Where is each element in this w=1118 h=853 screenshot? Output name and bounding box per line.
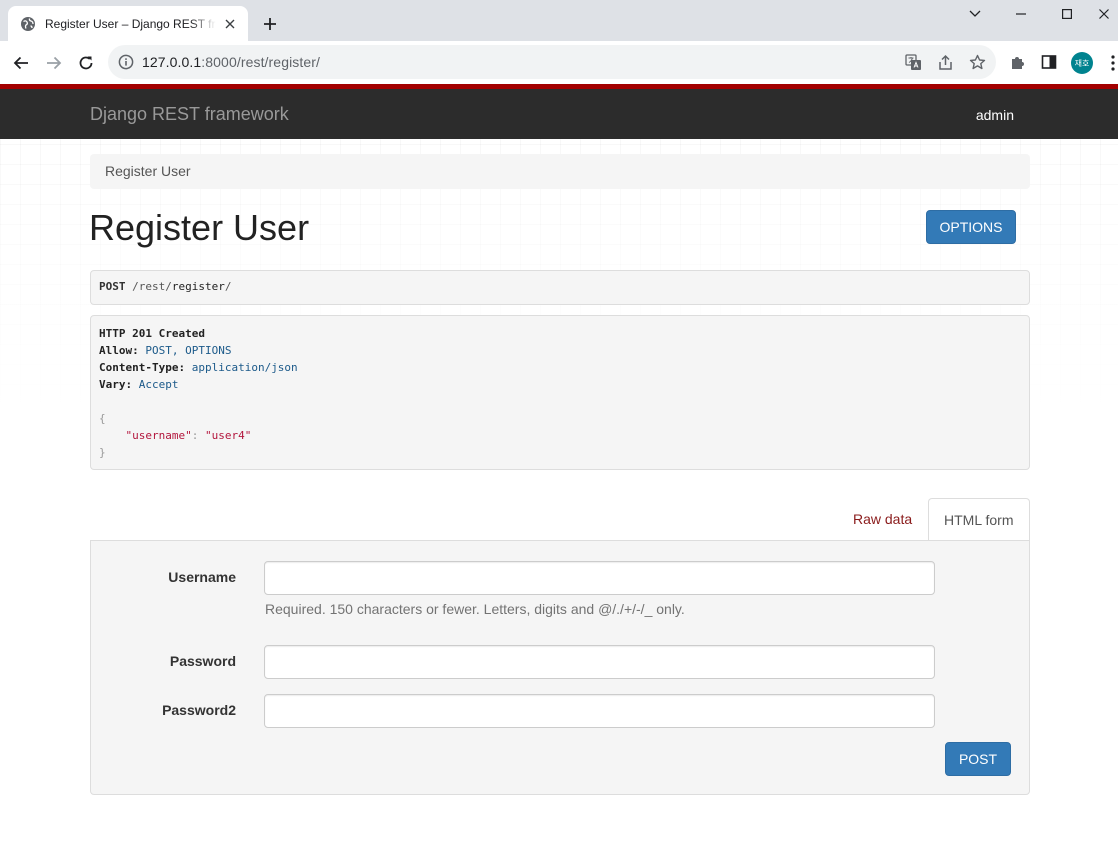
register-form: Username Required. 150 characters or few… [90, 540, 1030, 795]
site-info-icon[interactable] [118, 54, 134, 70]
back-arrow-icon[interactable] [7, 49, 35, 77]
minimize-button[interactable] [998, 0, 1044, 28]
more-menu-icon[interactable] [1108, 54, 1118, 72]
breadcrumb-item-current: Register User [105, 163, 191, 179]
username-label: Username [168, 569, 236, 585]
page-title: Register User [89, 207, 310, 248]
tab-raw-data[interactable]: Raw data [839, 498, 926, 540]
address-bar[interactable]: 127.0.0.1:8000/rest/register/ [108, 45, 996, 79]
json-body-line: "username": "user4" [125, 429, 252, 442]
username-help-text: Required. 150 characters or fewer. Lette… [265, 601, 685, 617]
globe-icon [21, 16, 35, 31]
response-header-vary: Vary: Accept [99, 378, 179, 391]
maximize-button[interactable] [1044, 0, 1090, 28]
content-tabs: Raw data HTML form [0, 498, 1118, 541]
extensions-puzzle-icon[interactable] [1008, 52, 1028, 72]
browser-tabstrip: Register User – Django REST framework [0, 0, 1118, 41]
response-header-allow: Allow: POST, OPTIONS [99, 344, 232, 357]
options-button[interactable]: OPTIONS [926, 210, 1016, 244]
request-method: POST [99, 280, 126, 293]
tab-search-icon[interactable] [952, 0, 998, 28]
path-segment-register[interactable]: register [172, 280, 225, 293]
share-icon[interactable] [936, 53, 954, 71]
side-panel-icon[interactable] [1039, 52, 1059, 72]
response-status: HTTP 201 Created [99, 327, 205, 340]
url-text[interactable]: 127.0.0.1:8000/rest/register/ [142, 54, 320, 70]
forward-arrow-icon[interactable] [40, 49, 68, 77]
password-input[interactable] [264, 645, 935, 679]
username-input[interactable] [264, 561, 935, 595]
url-host: 127.0.0.1 [142, 54, 202, 70]
response-info: HTTP 201 Created Allow: POST, OPTIONS Co… [90, 315, 1030, 470]
request-path: /rest/register/ [132, 280, 232, 293]
page-viewport: Django REST framework admin Register Use… [0, 84, 1118, 853]
post-button[interactable]: POST [945, 742, 1011, 776]
bookmark-star-icon[interactable] [968, 53, 986, 71]
brand-link[interactable]: Django REST framework [90, 104, 289, 125]
json-open-brace: { [99, 412, 106, 425]
password2-input[interactable] [264, 694, 935, 728]
profile-avatar[interactable]: 재호 [1071, 52, 1093, 74]
reload-icon[interactable] [72, 49, 100, 77]
browser-tab-title: Register User – Django REST framework [45, 16, 216, 31]
response-header-content-type: Content-Type: application/json [99, 361, 298, 374]
new-tab-button[interactable] [258, 12, 282, 36]
tab-html-form[interactable]: HTML form [928, 498, 1030, 541]
user-menu[interactable]: admin [976, 107, 1014, 123]
json-close-brace: } [99, 446, 106, 459]
browser-toolbar: 127.0.0.1:8000/rest/register/ 재호 [0, 41, 1118, 84]
breadcrumb: Register User [90, 154, 1030, 189]
request-info: POST /rest/register/ [90, 270, 1030, 305]
close-window-button[interactable] [1090, 0, 1118, 28]
translate-icon[interactable] [904, 53, 922, 71]
path-segment-rest[interactable]: rest [139, 280, 166, 293]
password2-label: Password2 [162, 702, 236, 718]
top-navbar: Django REST framework admin [0, 84, 1118, 139]
close-tab-icon[interactable] [222, 16, 238, 32]
password-label: Password [169, 653, 236, 669]
browser-tab[interactable]: Register User – Django REST framework [8, 6, 248, 41]
url-path: :8000/rest/register/ [201, 54, 321, 70]
